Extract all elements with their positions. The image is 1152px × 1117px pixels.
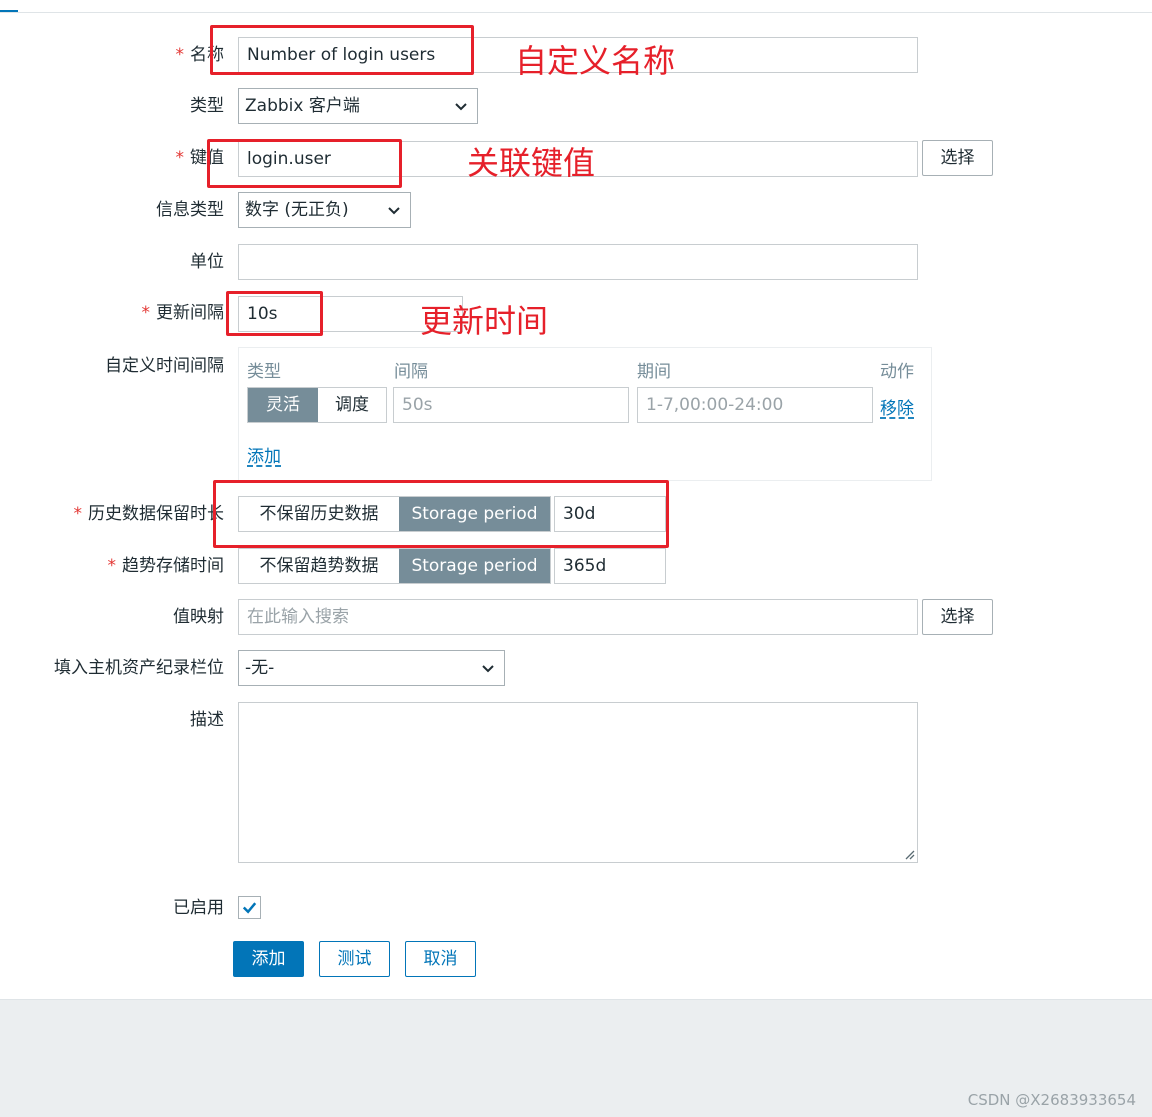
info-type-select-value: 数字 (无正负) bbox=[245, 200, 349, 220]
annotation-text-key: 关联键值 bbox=[467, 144, 596, 182]
units-label: 单位 bbox=[190, 252, 224, 272]
type-select-value: Zabbix 客户端 bbox=[245, 96, 360, 116]
trends-storage-option[interactable]: Storage period bbox=[399, 549, 550, 583]
key-select-button[interactable]: 选择 bbox=[922, 140, 993, 176]
description-label: 描述 bbox=[190, 710, 224, 730]
info-type-label: 信息类型 bbox=[156, 200, 224, 220]
custom-intervals-header-period: 期间 bbox=[637, 362, 671, 382]
units-input[interactable] bbox=[238, 244, 918, 280]
enabled-checkbox[interactable] bbox=[238, 896, 261, 919]
resize-handle-icon[interactable] bbox=[903, 848, 915, 860]
custom-intervals-header-interval: 间隔 bbox=[394, 362, 428, 382]
inventory-select-value: -无- bbox=[245, 658, 275, 678]
custom-period-input[interactable]: 1-7,00:00-24:00 bbox=[637, 387, 873, 423]
update-interval-label: * 更新间隔 bbox=[141, 303, 225, 323]
tab-divider bbox=[0, 12, 1152, 13]
trends-mode-toggle: 不保留趋势数据 Storage period bbox=[238, 548, 551, 584]
custom-intervals-header-type: 类型 bbox=[247, 362, 281, 382]
history-label: * 历史数据保留时长 bbox=[73, 504, 225, 524]
custom-intervals-header-action: 动作 bbox=[880, 362, 914, 382]
annotation-box-key bbox=[207, 139, 402, 188]
watermark: CSDN @X2683933654 bbox=[967, 1091, 1136, 1109]
test-button[interactable]: 测试 bbox=[319, 941, 390, 977]
value-map-search-input[interactable]: 在此输入搜索 bbox=[238, 599, 918, 635]
value-map-label: 值映射 bbox=[173, 607, 224, 627]
annotation-box-name bbox=[210, 25, 474, 75]
cancel-button[interactable]: 取消 bbox=[405, 941, 476, 977]
enabled-label: 已启用 bbox=[173, 898, 224, 918]
inventory-label: 填入主机资产纪录栏位 bbox=[54, 658, 224, 678]
flexible-option[interactable]: 灵活 bbox=[248, 388, 318, 422]
trends-period-input[interactable]: 365d bbox=[554, 548, 666, 584]
add-button[interactable]: 添加 bbox=[233, 941, 304, 977]
chevron-down-icon bbox=[455, 103, 467, 111]
add-interval-link[interactable]: 添加 bbox=[247, 442, 281, 467]
chevron-down-icon bbox=[388, 207, 400, 215]
chevron-down-icon bbox=[482, 665, 494, 673]
description-textarea[interactable] bbox=[238, 702, 918, 863]
trends-label: * 趋势存储时间 bbox=[107, 556, 225, 576]
checkmark-icon bbox=[242, 902, 257, 914]
page-footer: CSDN @X2683933654 bbox=[0, 999, 1152, 1117]
trends-no-keep-option[interactable]: 不保留趋势数据 bbox=[239, 549, 399, 583]
type-label: 类型 bbox=[190, 96, 224, 116]
annotation-box-history bbox=[213, 480, 669, 548]
value-map-select-button[interactable]: 选择 bbox=[922, 599, 993, 635]
custom-interval-input[interactable]: 50s bbox=[393, 387, 629, 423]
annotation-text-interval: 更新时间 bbox=[420, 302, 549, 340]
inventory-select[interactable]: -无- bbox=[238, 650, 505, 686]
scheduling-option[interactable]: 调度 bbox=[318, 388, 386, 422]
interval-type-toggle: 灵活 调度 bbox=[247, 387, 387, 423]
annotation-box-interval bbox=[226, 291, 323, 336]
type-select[interactable]: Zabbix 客户端 bbox=[238, 88, 478, 124]
remove-interval-link[interactable]: 移除 bbox=[880, 394, 914, 419]
annotation-text-name: 自定义名称 bbox=[515, 42, 676, 80]
custom-intervals-label: 自定义时间间隔 bbox=[105, 356, 224, 376]
info-type-select[interactable]: 数字 (无正负) bbox=[238, 192, 411, 228]
